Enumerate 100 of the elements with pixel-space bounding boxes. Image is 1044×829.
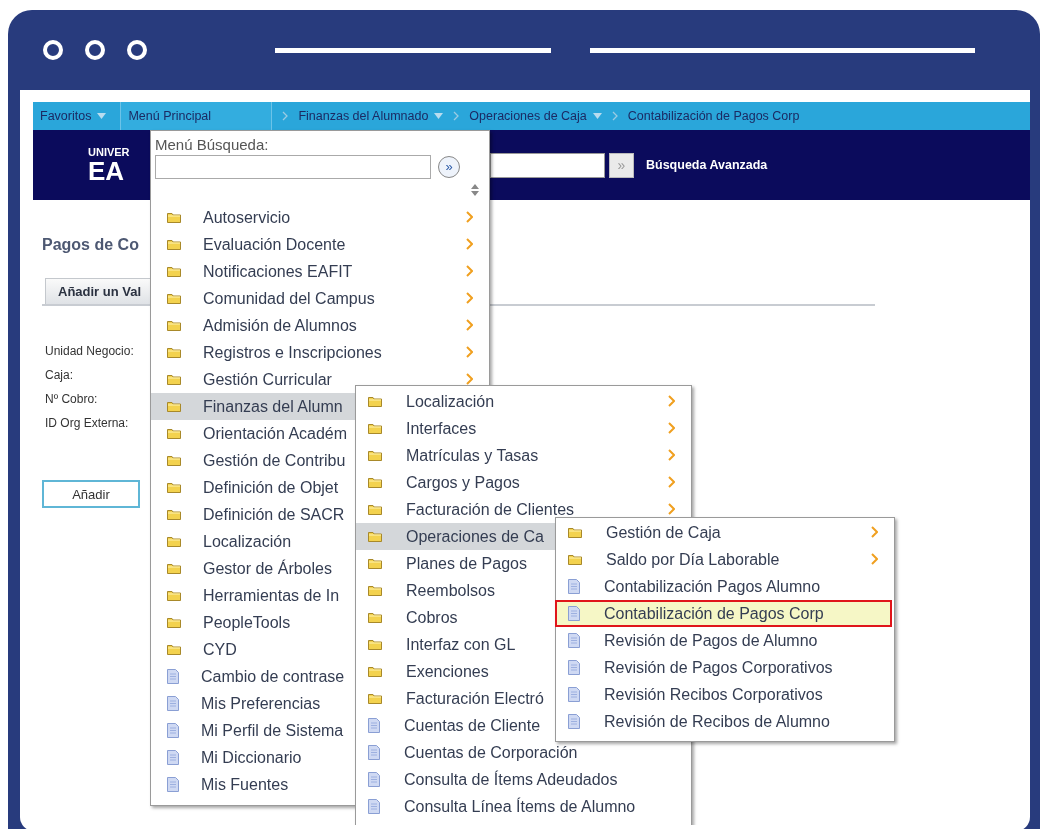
folder-icon bbox=[167, 644, 181, 655]
page-icon bbox=[568, 660, 580, 675]
page-icon bbox=[368, 772, 380, 787]
folder-icon bbox=[167, 401, 181, 412]
chevron-icon bbox=[668, 422, 675, 434]
chevron-icon bbox=[453, 111, 460, 121]
folder-icon bbox=[167, 455, 181, 466]
page-icon bbox=[368, 799, 380, 814]
folder-icon bbox=[167, 428, 181, 439]
chevron-icon bbox=[871, 526, 878, 538]
folder-icon bbox=[368, 693, 382, 704]
breadcrumb-link[interactable]: Contabilización de Pagos Corp bbox=[627, 109, 800, 123]
menu-item[interactable]: Cuentas de Corporación bbox=[356, 739, 691, 766]
sort-icon bbox=[471, 184, 479, 196]
folder-icon bbox=[368, 558, 382, 569]
logo: UNIVER EA bbox=[88, 146, 131, 184]
circle-icon bbox=[43, 40, 63, 60]
page-icon bbox=[568, 606, 580, 621]
chevron-icon bbox=[466, 292, 473, 304]
chevron-icon bbox=[466, 265, 473, 277]
page-icon bbox=[167, 777, 179, 792]
menu-item[interactable]: Revisión Recibos Corporativos bbox=[556, 681, 894, 708]
folder-icon bbox=[368, 639, 382, 650]
folder-icon bbox=[368, 585, 382, 596]
breadcrumb-link[interactable]: Operaciones de Caja bbox=[469, 109, 602, 123]
menu-item[interactable]: Consulta de Ítems Adeudados bbox=[356, 766, 691, 793]
folder-icon bbox=[568, 527, 582, 538]
folder-icon bbox=[167, 482, 181, 493]
caret-icon bbox=[434, 113, 444, 119]
page-title: Pagos de Co bbox=[42, 236, 139, 255]
folder-icon bbox=[167, 212, 181, 223]
page-icon bbox=[568, 579, 580, 594]
page-icon bbox=[368, 745, 380, 760]
folder-icon bbox=[368, 396, 382, 407]
menu-item[interactable]: Admisión de Alumnos bbox=[151, 312, 489, 339]
menu-item[interactable]: Contabilización Pagos Alumno bbox=[556, 573, 894, 600]
circle-icon bbox=[127, 40, 147, 60]
chevron-icon bbox=[466, 319, 473, 331]
folder-icon bbox=[167, 293, 181, 304]
chevron-icon bbox=[282, 111, 289, 121]
advanced-search-link[interactable]: Búsqueda Avanzada bbox=[646, 158, 768, 172]
field-label: Nº Cobro: bbox=[45, 392, 98, 408]
folder-icon bbox=[167, 239, 181, 250]
folder-icon bbox=[167, 617, 181, 628]
folder-icon bbox=[167, 347, 181, 358]
menu-item[interactable]: Autoservicio bbox=[151, 204, 489, 231]
folder-icon bbox=[368, 477, 382, 488]
menu-item[interactable]: Consulta Línea Ítems de Alumno bbox=[356, 793, 691, 820]
chevron-icon bbox=[871, 553, 878, 565]
menu-item[interactable]: Contabilización de Pagos Corp bbox=[555, 600, 892, 627]
chevron-icon bbox=[466, 211, 473, 223]
page-icon bbox=[167, 723, 179, 738]
circle-icon bbox=[85, 40, 105, 60]
chevron-icon bbox=[466, 373, 473, 385]
page-icon bbox=[167, 669, 179, 684]
folder-icon bbox=[167, 590, 181, 601]
folder-icon bbox=[368, 666, 382, 677]
page-icon bbox=[568, 687, 580, 702]
folder-icon bbox=[167, 563, 181, 574]
page-icon bbox=[568, 714, 580, 729]
page-icon bbox=[368, 718, 380, 733]
breadcrumb-link[interactable]: Finanzas del Alumnado bbox=[298, 109, 444, 123]
add-button[interactable]: Añadir bbox=[42, 480, 140, 508]
menu-item[interactable]: Revisión de Pagos Corporativos bbox=[556, 654, 894, 681]
field-label: Unidad Negocio: bbox=[45, 344, 134, 360]
search-field[interactable] bbox=[490, 152, 605, 178]
caret-icon bbox=[592, 113, 602, 119]
chevron-icon bbox=[668, 395, 675, 407]
chevron-icon bbox=[611, 111, 618, 121]
menu-item[interactable]: Revisión de Pagos de Alumno bbox=[556, 627, 894, 654]
menu-tab[interactable]: Favoritos bbox=[33, 102, 114, 130]
menu-item[interactable]: Evaluación Docente bbox=[151, 231, 489, 258]
folder-icon bbox=[167, 374, 181, 385]
page-icon bbox=[167, 750, 179, 765]
chevron-icon bbox=[466, 346, 473, 358]
field-label: ID Org Externa: bbox=[45, 416, 129, 432]
folder-icon bbox=[368, 504, 382, 515]
folder-icon bbox=[368, 450, 382, 461]
menu-item[interactable]: Cargos y Pagos bbox=[356, 469, 691, 496]
go-button[interactable]: » bbox=[438, 156, 460, 178]
menu-item[interactable]: Registros e Inscripciones bbox=[151, 339, 489, 366]
menu-item[interactable]: Matrículas y Tasas bbox=[356, 442, 691, 469]
folder-icon bbox=[568, 554, 582, 565]
folder-icon bbox=[167, 536, 181, 547]
folder-icon bbox=[167, 509, 181, 520]
menu-search-field[interactable] bbox=[155, 155, 431, 179]
caret-icon bbox=[97, 113, 107, 119]
menu-tab[interactable]: Menú Principal bbox=[120, 102, 273, 130]
chevron-icon bbox=[466, 238, 473, 250]
folder-icon bbox=[167, 320, 181, 331]
page-icon bbox=[568, 633, 580, 648]
menu-item[interactable]: Revisión de Recibos de Alumno bbox=[556, 708, 894, 735]
folder-icon bbox=[368, 423, 382, 434]
folder-icon bbox=[368, 531, 382, 542]
folder-icon bbox=[368, 612, 382, 623]
chevron-icon bbox=[668, 476, 675, 488]
chevron-icon bbox=[668, 503, 675, 515]
page-icon bbox=[167, 696, 179, 711]
search-label: Menú Búsqueda: bbox=[155, 136, 270, 153]
field-label: Caja: bbox=[45, 368, 73, 384]
